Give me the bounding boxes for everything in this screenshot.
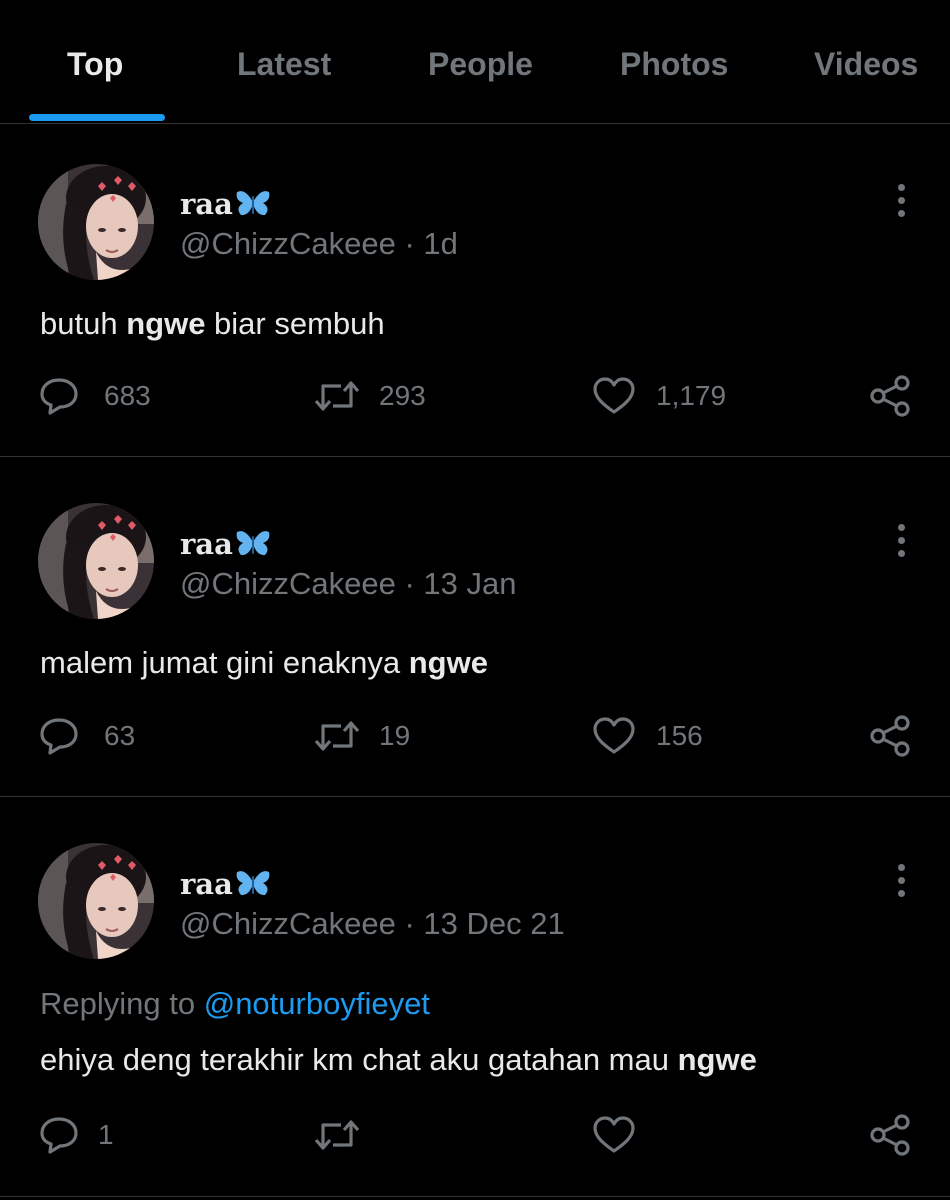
reply-count: 683	[104, 380, 151, 411]
retweet-button[interactable]: 293	[313, 376, 426, 416]
tab-latest[interactable]: Latest	[237, 46, 331, 83]
reply-button[interactable]: 683	[38, 376, 151, 416]
reply-icon	[40, 718, 78, 755]
mention-link[interactable]: @noturboyfieyet	[204, 986, 430, 1021]
handle-and-time: @ChizzCakeee · 13 Dec 21	[180, 906, 565, 941]
retweet-icon	[314, 721, 360, 751]
share-icon	[870, 1114, 910, 1156]
retweet-icon	[314, 381, 360, 411]
like-count: 156	[656, 720, 703, 751]
retweet-icon	[314, 1120, 360, 1150]
handle[interactable]: @ChizzCakeee	[180, 566, 396, 601]
avatar[interactable]	[38, 843, 154, 959]
display-name[interactable]: raa	[180, 527, 271, 565]
reply-count: 1	[98, 1119, 114, 1150]
retweet-count: 19	[379, 720, 411, 751]
like-button[interactable]: 1,179	[592, 376, 726, 416]
more-options-icon[interactable]	[893, 864, 909, 900]
handle-and-time: @ChizzCakeee · 13 Jan	[180, 566, 517, 601]
reply-button[interactable]: 63	[38, 716, 135, 756]
display-name[interactable]: raa	[180, 867, 271, 905]
butterfly-icon	[235, 188, 271, 225]
retweet-button[interactable]: 19	[313, 716, 410, 756]
tweet-text: ehiya deng terakhir km chat aku gatahan …	[40, 1042, 757, 1077]
timestamp[interactable]: 13 Dec 21	[423, 906, 564, 941]
active-tab-indicator	[29, 114, 165, 121]
tab-top[interactable]: Top	[67, 46, 123, 83]
replying-to-line: Replying to @noturboyfieyet	[40, 986, 430, 1021]
reply-count: 63	[104, 720, 136, 751]
like-button[interactable]: 156	[592, 716, 703, 756]
tab-photos[interactable]: Photos	[620, 46, 728, 83]
tweet[interactable]: raa @ChizzCakeee · 13 Dec 21 Replying to…	[0, 797, 950, 1197]
reply-icon	[40, 1117, 78, 1154]
share-button[interactable]	[868, 1114, 912, 1156]
handle[interactable]: @ChizzCakeee	[180, 906, 396, 941]
tab-videos[interactable]: Videos	[814, 46, 918, 83]
tweet-text: butuh ngwe biar sembuh	[40, 306, 385, 341]
handle-and-time: @ChizzCakeee · 1d	[180, 226, 458, 261]
reply-icon	[40, 378, 78, 415]
like-count: 1,179	[656, 380, 727, 411]
tab-people[interactable]: People	[428, 46, 533, 83]
more-options-icon[interactable]	[893, 184, 909, 220]
more-options-icon[interactable]	[893, 524, 909, 560]
retweet-count: 293	[379, 380, 426, 411]
tweet-text: malem jumat gini enaknya ngwe	[40, 645, 488, 680]
handle[interactable]: @ChizzCakeee	[180, 226, 396, 261]
reply-button[interactable]: 1	[38, 1115, 114, 1155]
share-icon	[870, 375, 910, 417]
search-tabs: Top Latest People Photos Videos	[0, 0, 950, 124]
timestamp[interactable]: 1d	[423, 226, 457, 261]
share-button[interactable]	[868, 375, 912, 417]
butterfly-icon	[235, 528, 271, 565]
avatar[interactable]	[38, 503, 154, 619]
tweet[interactable]: raa @ChizzCakeee · 13 Jan malem jumat gi…	[0, 457, 950, 797]
share-button[interactable]	[868, 715, 912, 757]
timestamp[interactable]: 13 Jan	[423, 566, 516, 601]
display-name[interactable]: raa	[180, 187, 271, 225]
retweet-button[interactable]	[313, 1115, 379, 1155]
heart-icon	[593, 377, 635, 414]
heart-icon	[593, 1116, 635, 1153]
avatar[interactable]	[38, 164, 154, 280]
share-icon	[870, 715, 910, 757]
heart-icon	[593, 717, 635, 754]
butterfly-icon	[235, 868, 271, 905]
tweet[interactable]: raa @ChizzCakeee · 1d butuh ngwe biar se…	[0, 124, 950, 457]
like-button[interactable]	[592, 1115, 656, 1155]
